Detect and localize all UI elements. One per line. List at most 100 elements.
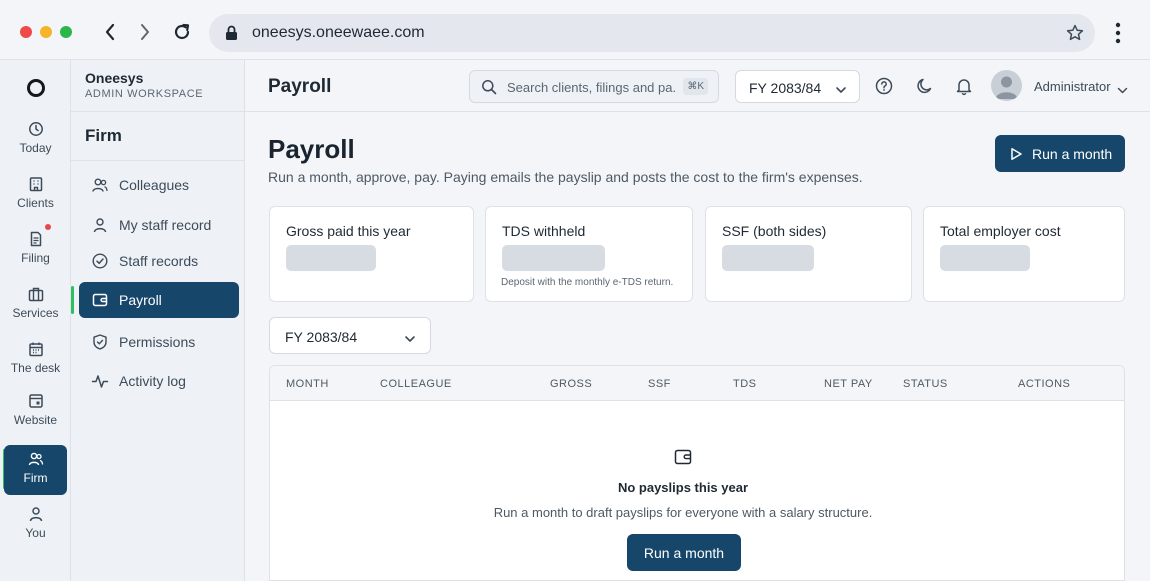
chevron-down-icon (835, 82, 847, 100)
rail-label: Services (12, 306, 59, 320)
address-bar[interactable]: oneesys.oneewaee.com (209, 14, 1095, 52)
rail-label: The desk (10, 361, 61, 375)
rail-item-today[interactable]: Today (4, 115, 67, 165)
stat-card-total-employer-cost: Total employer cost (923, 206, 1125, 302)
rail-label: Website (13, 413, 58, 427)
table-header: MONTH COLLEAGUE GROSS SSF TDS NET PAY ST… (270, 366, 1124, 401)
stat-card-gross: Gross paid this year (269, 206, 474, 302)
divider (71, 160, 245, 161)
column-gross[interactable]: GROSS (550, 378, 592, 390)
shield-icon (93, 334, 107, 350)
user-name[interactable]: Administrator (1034, 79, 1111, 94)
bookmark-star-icon[interactable] (1065, 23, 1085, 48)
notification-dot (45, 224, 51, 230)
rail-item-the-desk[interactable]: The desk (4, 335, 67, 385)
empty-run-a-month-button[interactable]: Run a month (627, 534, 741, 571)
browser-icon (28, 394, 43, 408)
search-placeholder: Search clients, filings and pa... (507, 80, 677, 95)
maximize-window-button[interactable] (60, 26, 72, 38)
minimize-window-button[interactable] (40, 26, 52, 38)
rail-item-website[interactable]: Website (4, 387, 67, 437)
run-a-month-label: Run a month (1032, 145, 1113, 162)
rail-item-you[interactable]: You (4, 500, 67, 550)
sidebar-item-label: Staff records (119, 253, 199, 269)
calendar-icon (28, 342, 43, 357)
browser-chrome: oneesys.oneewaee.com (0, 0, 1150, 60)
avatar[interactable] (991, 70, 1022, 101)
global-search-input[interactable]: Search clients, filings and pa... ⌘K (469, 70, 719, 103)
user-icon (93, 218, 107, 233)
stat-card-ssf: SSF (both sides) (705, 206, 912, 302)
workspace-subtitle: ADMIN WORKSPACE (85, 88, 204, 100)
rail-label: Today (19, 141, 52, 155)
active-indicator (71, 286, 74, 314)
workspace-name: Oneesys (85, 70, 144, 86)
briefcase-icon (28, 287, 43, 302)
sidebar-item-label: Payroll (119, 292, 162, 308)
run-a-month-button[interactable]: Run a month (995, 135, 1125, 172)
fiscal-year-select[interactable]: FY 2083/84 (735, 70, 860, 103)
stat-note: Deposit with the monthly e-TDS return. (501, 277, 674, 288)
sidebar-item-staff-records[interactable]: Staff records (79, 243, 239, 279)
sidebar-item-payroll[interactable]: Payroll (79, 282, 239, 318)
building-icon (29, 177, 42, 192)
column-colleague[interactable]: COLLEAGUE (380, 378, 452, 390)
column-month[interactable]: MONTH (286, 378, 329, 390)
fiscal-year-filter[interactable]: FY 2083/84 (269, 317, 431, 354)
empty-state-title: No payslips this year (617, 480, 749, 495)
browser-menu-icon[interactable] (1110, 20, 1126, 46)
help-icon[interactable] (874, 76, 894, 96)
sidebar-item-permissions[interactable]: Permissions (79, 324, 239, 360)
column-tds[interactable]: TDS (733, 378, 757, 390)
column-net-pay[interactable]: NET PAY (824, 378, 873, 390)
page-title: Payroll (268, 134, 355, 164)
rail-label: You (25, 526, 46, 540)
stat-card-tds: TDS withheld Deposit with the monthly e-… (485, 206, 693, 302)
url-text: oneesys.oneewaee.com (252, 24, 425, 41)
back-icon[interactable] (97, 18, 123, 46)
rail-item-clients[interactable]: Clients (4, 170, 67, 220)
stat-label: TDS withheld (502, 223, 586, 239)
sidebar-item-activity-log[interactable]: Activity log (79, 363, 239, 399)
forward-icon[interactable] (132, 18, 158, 46)
fiscal-year-filter-value: FY 2083/84 (285, 329, 358, 345)
sidebar-item-colleagues[interactable]: Colleagues (79, 167, 239, 203)
activity-icon (91, 375, 109, 388)
clock-icon (28, 122, 43, 136)
column-status[interactable]: STATUS (903, 378, 948, 390)
page-subtitle: Run a month, approve, pay. Paying emails… (268, 169, 863, 185)
chevron-down-icon[interactable] (1117, 82, 1128, 100)
workspace-switcher[interactable]: Oneesys ADMIN WORKSPACE (71, 60, 245, 112)
rail-item-services[interactable]: Services (4, 280, 67, 330)
users-icon (28, 452, 43, 466)
section-title: Firm (85, 126, 122, 145)
reload-icon[interactable] (169, 18, 195, 46)
rail-label: Filing (21, 251, 50, 265)
rail-label: Firm (23, 471, 48, 485)
column-actions: ACTIONS (1018, 378, 1071, 390)
empty-state-subtitle: Run a month to draft payslips for everyo… (493, 505, 873, 520)
payslips-table: MONTH COLLEAGUE GROSS SSF TDS NET PAY ST… (269, 365, 1125, 581)
wallet-icon (92, 293, 108, 307)
wallet-icon (673, 447, 693, 472)
close-window-button[interactable] (20, 26, 32, 38)
sidebar-item-label: My staff record (119, 217, 212, 233)
chevron-down-icon (404, 331, 416, 349)
rail-item-firm[interactable]: Firm (4, 445, 67, 495)
stat-label: SSF (both sides) (722, 223, 827, 239)
rail-item-filing[interactable]: Filing (4, 225, 67, 275)
topbar-title: Payroll (268, 76, 332, 97)
dark-mode-icon[interactable] (915, 76, 935, 96)
sidebar-item-label: Colleagues (119, 177, 190, 193)
top-bar: Payroll Search clients, filings and pa..… (245, 60, 1150, 112)
loading-skeleton (940, 245, 1030, 271)
column-ssf[interactable]: SSF (648, 378, 671, 390)
bell-icon[interactable] (954, 76, 974, 96)
loading-skeleton (286, 245, 376, 271)
stat-label: Total employer cost (940, 223, 1061, 239)
rail-label: Clients (17, 196, 54, 210)
sidebar-item-label: Permissions (119, 334, 196, 350)
sidebar-item-my-staff-record[interactable]: My staff record (79, 207, 239, 243)
app-logo[interactable] (27, 79, 45, 97)
sidebar-item-label: Activity log (119, 373, 186, 389)
